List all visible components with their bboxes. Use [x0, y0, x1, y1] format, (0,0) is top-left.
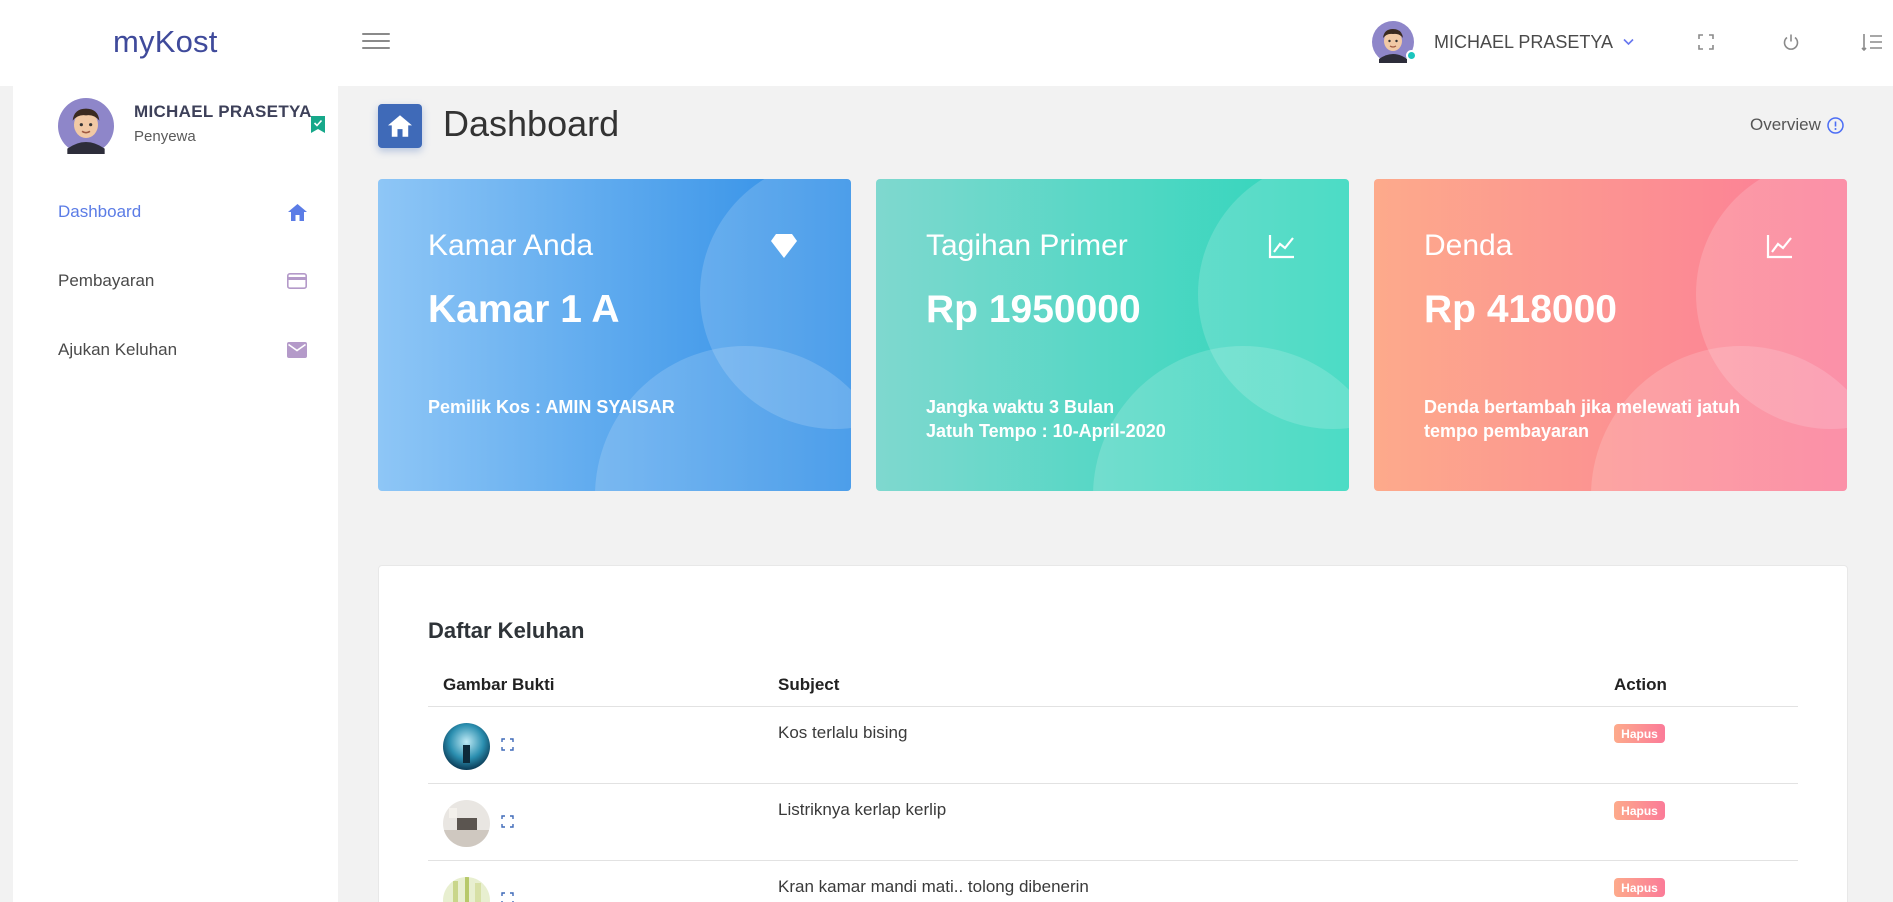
expand-icon[interactable] — [501, 738, 514, 751]
power-icon[interactable] — [1778, 29, 1804, 55]
sidebar-item-label: Ajukan Keluhan — [58, 340, 178, 359]
sidebar-avatar — [58, 98, 114, 159]
expand-icon[interactable] — [501, 815, 514, 828]
online-status-dot — [1406, 50, 1417, 61]
avatar — [1372, 21, 1417, 63]
complaint-subject: Kos terlalu bising — [778, 723, 908, 742]
chart-line-icon — [1766, 233, 1796, 263]
sidebar-item-pembayaran[interactable]: Pembayaran — [58, 264, 308, 298]
complaint-subject: Listriknya kerlap kerlip — [778, 800, 947, 819]
diamond-icon — [770, 233, 800, 263]
overview-link[interactable]: Overview — [1750, 115, 1844, 135]
stat-card-tagihan: Tagihan Primer Rp 1950000 Jangka waktu 3… — [876, 179, 1349, 491]
delete-button[interactable]: Hapus — [1614, 878, 1665, 897]
stat-card-kamar: Kamar Anda Kamar 1 A Pemilik Kos : AMIN … — [378, 179, 851, 491]
top-bar: myKost MICHAEL PRASETYA — [0, 0, 1893, 86]
table-row: Kos terlalu bising Hapus — [428, 707, 1798, 784]
card-label: Tagihan Primer — [926, 229, 1128, 262]
expand-icon[interactable] — [501, 892, 514, 902]
delete-button[interactable]: Hapus — [1614, 801, 1665, 820]
sidebar-user-name: MICHAEL PRASETYA — [134, 102, 312, 121]
delete-button[interactable]: Hapus — [1614, 724, 1665, 743]
sidebar: MICHAEL PRASETYA Penyewa Dashboard Pemba… — [13, 86, 338, 902]
evidence-thumbnail[interactable] — [443, 877, 490, 902]
sidebar-item-ajukan-keluhan[interactable]: Ajukan Keluhan — [58, 333, 308, 367]
chart-line-icon — [1268, 233, 1298, 263]
page-home-icon — [378, 104, 422, 148]
list-settings-icon[interactable] — [1859, 29, 1885, 55]
header-user-name: MICHAEL PRASETYA — [1434, 31, 1614, 52]
page-title: Dashboard — [443, 103, 620, 144]
complaints-panel: Daftar Keluhan Gambar Bukti Subject Acti… — [378, 565, 1848, 902]
verified-badge-icon — [311, 116, 325, 133]
mail-icon — [286, 339, 308, 361]
card-value: Rp 418000 — [1424, 288, 1617, 331]
evidence-thumbnail[interactable] — [443, 800, 490, 847]
info-icon — [1827, 116, 1844, 134]
column-header: Action — [1614, 675, 1667, 694]
app-logo[interactable]: myKost — [113, 24, 218, 60]
card-label: Denda — [1424, 229, 1513, 262]
overview-label: Overview — [1750, 115, 1821, 134]
card-note: Jangka waktu 3 Bulan Jatuh Tempo : 10-Ap… — [926, 397, 1166, 441]
sidebar-user-role: Penyewa — [134, 128, 196, 145]
card-label: Kamar Anda — [428, 229, 594, 262]
table-row: Kran kamar mandi mati.. tolong dibenerin… — [428, 861, 1798, 902]
sidebar-user-profile: MICHAEL PRASETYA Penyewa — [58, 98, 312, 159]
card-value: Rp 1950000 — [926, 288, 1141, 331]
evidence-thumbnail[interactable] — [443, 723, 490, 770]
table-row: Listriknya kerlap kerlip Hapus — [428, 784, 1798, 861]
complaint-subject: Kran kamar mandi mati.. tolong dibenerin — [778, 877, 1089, 896]
user-menu[interactable]: MICHAEL PRASETYA — [1372, 21, 1634, 63]
card-value: Kamar 1 A — [428, 288, 620, 331]
sidebar-item-dashboard[interactable]: Dashboard — [58, 195, 308, 229]
sidebar-item-label: Pembayaran — [58, 271, 155, 290]
column-header: Gambar Bukti — [443, 675, 555, 694]
menu-toggle-icon[interactable] — [362, 30, 390, 52]
card-note: Pemilik Kos : AMIN SYAISAR — [428, 397, 675, 417]
card-note: Denda bertambah jika melewati jatuh temp… — [1424, 397, 1741, 441]
stat-card-denda: Denda Rp 418000 Denda bertambah jika mel… — [1374, 179, 1847, 491]
complaints-title: Daftar Keluhan — [428, 618, 585, 643]
home-icon — [286, 201, 308, 223]
chevron-down-icon — [1623, 35, 1634, 49]
column-header: Subject — [778, 675, 840, 694]
fullscreen-icon[interactable] — [1693, 29, 1719, 55]
credit-card-icon — [286, 270, 308, 292]
sidebar-item-label: Dashboard — [58, 202, 142, 221]
